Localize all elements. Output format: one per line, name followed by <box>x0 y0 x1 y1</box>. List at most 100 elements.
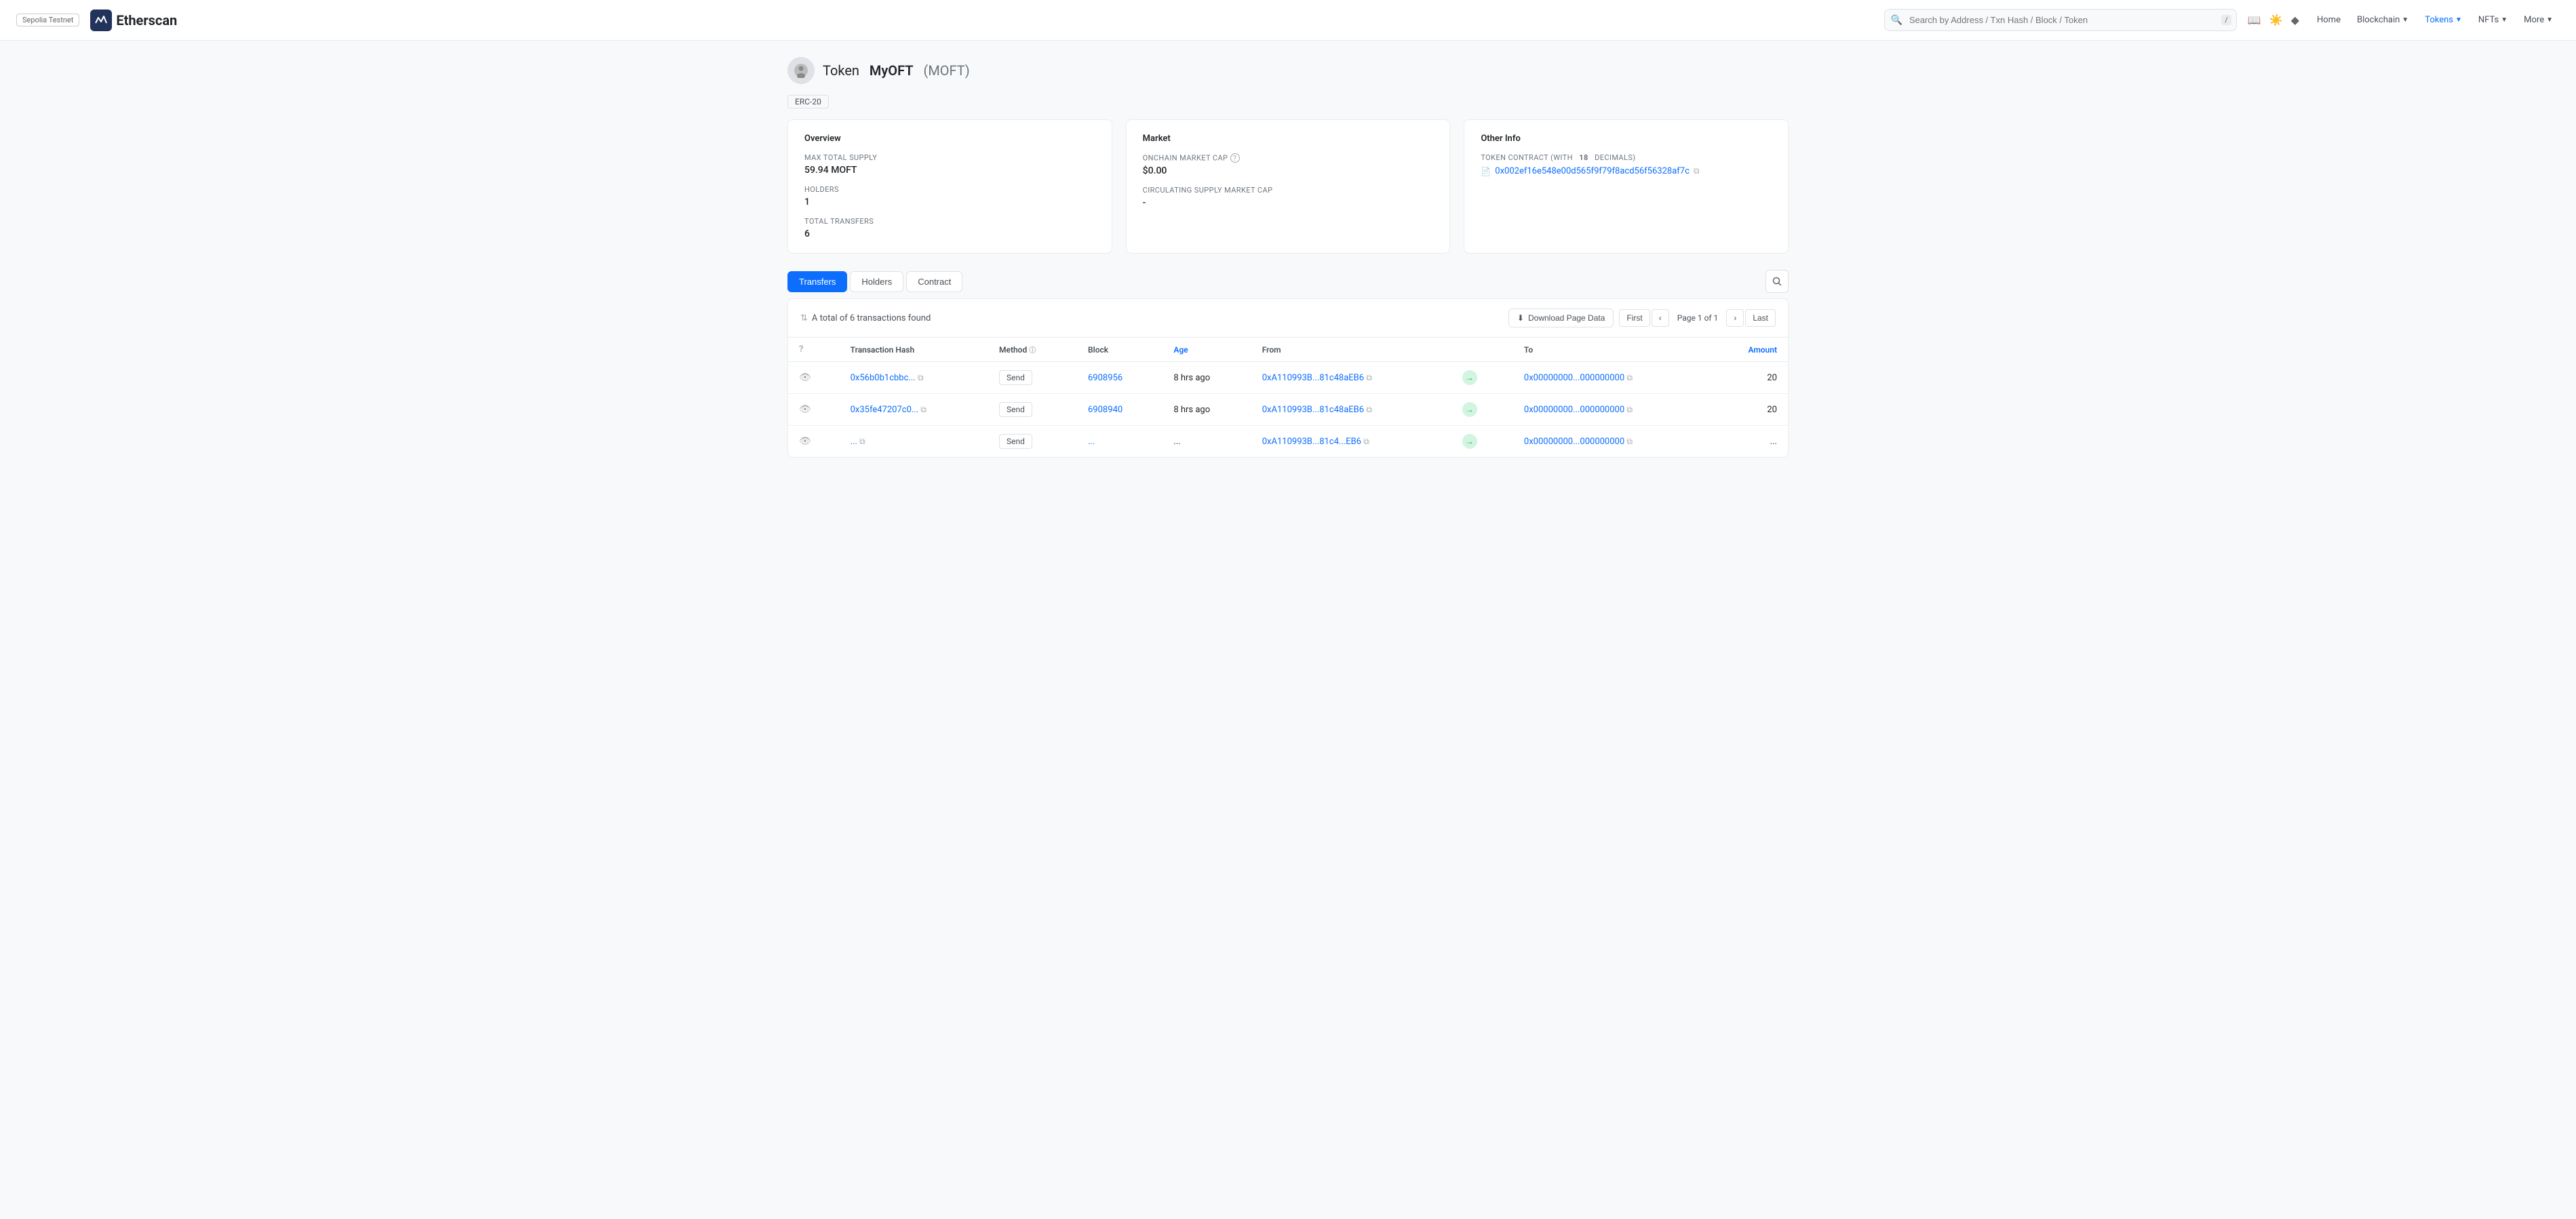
contract-label: TOKEN CONTRACT (WITH 18 DECIMALS) <box>1481 153 1772 162</box>
overview-card: Overview MAX TOTAL SUPPLY 59.94 MOFT HOL… <box>787 119 1112 254</box>
row-method-cell: Send <box>988 394 1077 426</box>
row-eye-cell: 👁 <box>788 362 840 394</box>
tab-holders[interactable]: Holders <box>850 271 903 292</box>
search-input[interactable] <box>1884 9 2237 31</box>
nav-home[interactable]: Home <box>2310 11 2347 29</box>
download-button[interactable]: ⬇ Download Page Data <box>1508 308 1614 327</box>
tx-hash-link[interactable]: 0x35fe47207c0... <box>851 405 919 415</box>
row-from-cell: 0xA110993B...81c48aEB6 ⧉ <box>1251 394 1451 426</box>
pagination-first[interactable]: First <box>1619 309 1650 327</box>
tabs-container: Transfers Holders Contract <box>787 270 1789 293</box>
row-amount-cell: 20 <box>1711 362 1788 394</box>
nav-nfts[interactable]: NFTs ▼ <box>2472 11 2514 29</box>
from-copy-icon[interactable]: ⧉ <box>1363 437 1369 446</box>
method-badge: Send <box>999 370 1032 385</box>
row-method-cell: Send <box>988 362 1077 394</box>
transfers-label: TOTAL TRANSFERS <box>804 217 1095 226</box>
row-arrow-cell: → <box>1451 394 1513 426</box>
row-arrow-cell: → <box>1451 426 1513 458</box>
hash-copy-icon[interactable]: ⧉ <box>859 437 865 446</box>
table-toolbar: ⇅ A total of 6 transactions found ⬇ Down… <box>788 299 1788 338</box>
overview-title: Overview <box>804 134 1095 144</box>
col-txhash: Transaction Hash <box>840 338 988 362</box>
nav-tokens[interactable]: Tokens ▼ <box>2418 11 2469 29</box>
table-header-row: ? Transaction Hash Method ⓘ Block Age Fr… <box>788 338 1788 362</box>
hash-copy-icon[interactable]: ⧉ <box>918 373 924 382</box>
tab-search-button[interactable] <box>1765 270 1789 293</box>
more-chevron: ▼ <box>2546 16 2553 24</box>
book-icon[interactable]: 📖 <box>2248 14 2261 26</box>
from-copy-icon[interactable]: ⧉ <box>1366 373 1372 382</box>
row-hash-cell: 0x56b0b1cbbc... ⧉ <box>840 362 988 394</box>
row-to-cell: 0x00000000...000000000 ⧉ <box>1513 426 1711 458</box>
tx-hash-link[interactable]: 0x56b0b1cbbc... <box>851 373 916 383</box>
row-eye-icon[interactable]: 👁 <box>799 436 811 447</box>
row-age-cell: 8 hrs ago <box>1163 362 1251 394</box>
row-eye-icon[interactable]: 👁 <box>799 372 811 383</box>
col-arrow <box>1451 338 1513 362</box>
col-to: To <box>1513 338 1711 362</box>
to-copy-icon[interactable]: ⧉ <box>1626 373 1633 382</box>
header: Sepolia Testnet Etherscan 🔍 / 📖 ☀️ ◆ Hom… <box>0 0 2576 41</box>
holders-label: HOLDERS <box>804 185 1095 194</box>
pagination-prev[interactable]: ‹ <box>1652 309 1669 327</box>
from-link[interactable]: 0xA110993B...81c48aEB6 <box>1262 373 1364 383</box>
cards-row: Overview MAX TOTAL SUPPLY 59.94 MOFT HOL… <box>787 119 1789 254</box>
erc-badge: ERC-20 <box>787 95 829 108</box>
table-row: 👁 0x35fe47207c0... ⧉ Send 6908940 8 hrs … <box>788 394 1788 426</box>
contract-copy-icon[interactable]: ⧉ <box>1694 166 1700 176</box>
from-link[interactable]: 0xA110993B...81c48aEB6 <box>1262 405 1364 415</box>
table-toolbar-right: ⬇ Download Page Data First ‹ Page 1 of 1… <box>1508 308 1776 327</box>
col-eye: ? <box>788 338 840 362</box>
eth-icon[interactable]: ◆ <box>2291 14 2299 26</box>
other-info-card: Other Info TOKEN CONTRACT (WITH 18 DECIM… <box>1464 119 1789 254</box>
onchain-cap-label: ONCHAIN MARKET CAP ? <box>1143 153 1434 163</box>
tabs-row: Transfers Holders Contract <box>787 271 962 292</box>
network-badge: Sepolia Testnet <box>16 14 79 26</box>
tx-hash-link[interactable]: ... <box>851 437 857 447</box>
theme-icon[interactable]: ☀️ <box>2269 14 2283 26</box>
token-symbol: (MOFT) <box>923 62 969 79</box>
pagination: First ‹ Page 1 of 1 › Last <box>1619 309 1776 327</box>
logo-area: Etherscan <box>90 9 177 31</box>
tab-contract[interactable]: Contract <box>906 271 962 292</box>
row-block-cell: 6908956 <box>1077 362 1163 394</box>
token-title: Token MyOFT (MOFT) <box>823 62 970 79</box>
pagination-last[interactable]: Last <box>1745 309 1776 327</box>
to-link[interactable]: 0x00000000...000000000 <box>1524 405 1624 415</box>
tab-transfers[interactable]: Transfers <box>787 271 847 292</box>
onchain-info-icon[interactable]: ? <box>1230 153 1240 163</box>
download-icon: ⬇ <box>1517 313 1524 323</box>
nav-blockchain[interactable]: Blockchain ▼ <box>2350 11 2415 29</box>
table-row: 👁 ... ⧉ Send ... ... 0xA110993B...81c4..… <box>788 426 1788 458</box>
pagination-next[interactable]: › <box>1726 309 1744 327</box>
logo-text: Etherscan <box>116 12 177 28</box>
token-name: MyOFT <box>870 62 914 79</box>
max-supply-label: MAX TOTAL SUPPLY <box>804 153 1095 162</box>
slash-key-badge: / <box>2221 15 2231 25</box>
block-link[interactable]: 6908940 <box>1088 405 1123 415</box>
to-link[interactable]: 0x00000000...000000000 <box>1524 437 1624 447</box>
row-amount-cell: ... <box>1711 426 1788 458</box>
header-icons: 📖 ☀️ ◆ <box>2248 14 2299 26</box>
to-copy-icon[interactable]: ⧉ <box>1626 437 1633 446</box>
row-to-cell: 0x00000000...000000000 ⧉ <box>1513 394 1711 426</box>
to-link[interactable]: 0x00000000...000000000 <box>1524 373 1624 383</box>
row-from-cell: 0xA110993B...81c48aEB6 ⧉ <box>1251 362 1451 394</box>
table-row: 👁 0x56b0b1cbbc... ⧉ Send 6908956 8 hrs a… <box>788 362 1788 394</box>
block-link[interactable]: 6908956 <box>1088 373 1123 383</box>
from-copy-icon[interactable]: ⧉ <box>1366 405 1372 414</box>
nav-more[interactable]: More ▼ <box>2517 11 2560 29</box>
method-badge: Send <box>999 402 1032 417</box>
transfers-value: 6 <box>804 228 1095 239</box>
row-eye-icon[interactable]: 👁 <box>799 404 811 415</box>
block-link[interactable]: ... <box>1088 437 1095 447</box>
row-hash-cell: ... ⧉ <box>840 426 988 458</box>
market-title: Market <box>1143 134 1434 144</box>
hash-copy-icon[interactable]: ⧉ <box>920 405 926 414</box>
from-link[interactable]: 0xA110993B...81c4...EB6 <box>1262 437 1361 447</box>
contract-address-link[interactable]: 0x002ef16e548e00d565f9f79f8acd56f56328af… <box>1495 166 1690 176</box>
nfts-chevron: ▼ <box>2501 16 2507 24</box>
to-copy-icon[interactable]: ⧉ <box>1626 405 1633 414</box>
method-badge: Send <box>999 434 1032 449</box>
